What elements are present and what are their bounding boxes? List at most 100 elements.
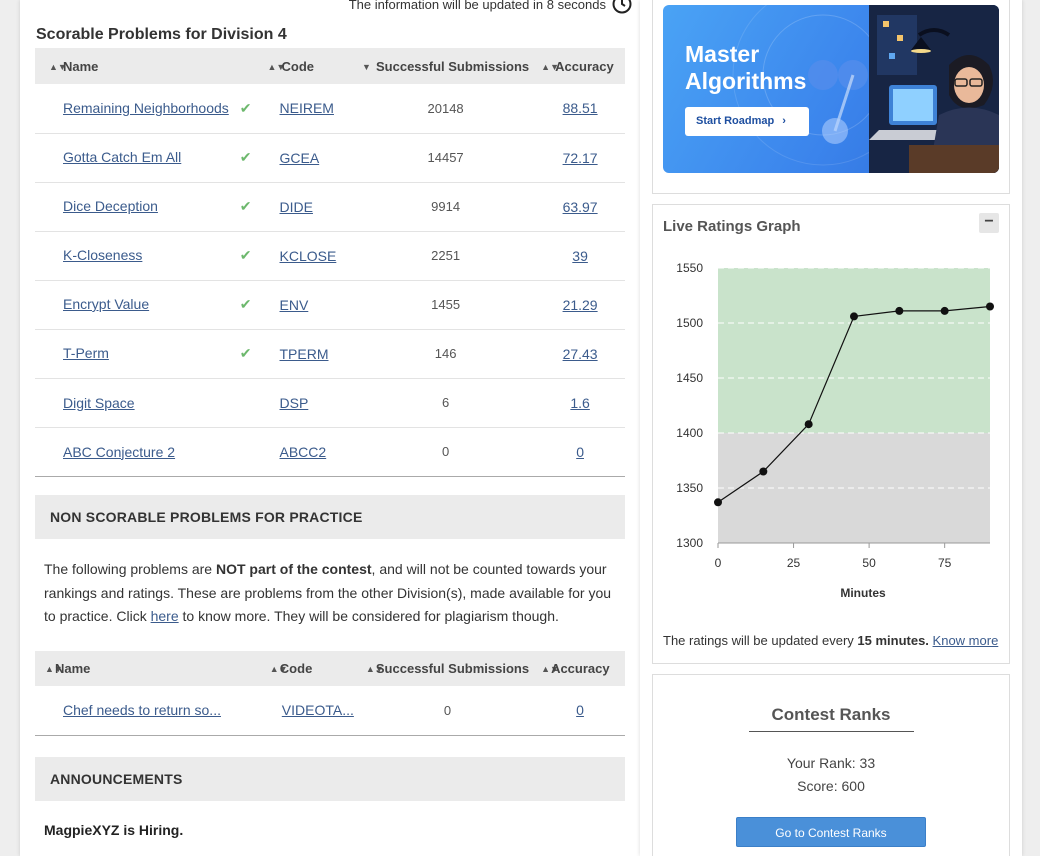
problem-code-link[interactable]: DSP	[280, 395, 309, 411]
check-icon: ✔	[239, 198, 252, 214]
table-row: Dice Deception ✔ DIDE 9914 63.97	[35, 182, 625, 231]
non-scorable-header: NON SCORABLE PROBLEMS FOR PRACTICE	[35, 495, 625, 539]
check-icon: ✔	[239, 345, 252, 361]
here-link[interactable]: here	[151, 608, 179, 624]
accuracy-cell: 1.6	[535, 378, 625, 427]
accuracy-link[interactable]: 0	[576, 702, 584, 718]
problem-name-cell: Gotta Catch Em All ✔	[35, 133, 262, 182]
problems-panel: The information will be updated in 8 sec…	[20, 0, 640, 856]
col-code-header[interactable]: ▲▼Code	[262, 48, 357, 84]
problem-code-cell: ENV	[262, 280, 357, 329]
problem-code-cell: NEIREM	[262, 84, 357, 133]
table-row: Remaining Neighborhoods ✔ NEIREM 20148 88.51	[35, 84, 625, 133]
rating-point[interactable]	[940, 306, 949, 315]
problem-code-cell: TPERM	[262, 329, 357, 378]
sort-icon: ▲▼	[541, 664, 559, 674]
problem-code-cell: KCLOSE	[262, 231, 357, 280]
scorable-table-header: ▲▼Name ▲▼Code ▼ Successful Submissions ▲▼…	[35, 48, 625, 84]
problem-link[interactable]: Chef needs to return so...	[63, 702, 221, 718]
update-note: The information will be updated in 8 sec…	[349, 0, 632, 14]
problem-link[interactable]: Dice Deception	[63, 198, 158, 214]
submissions-cell: 6	[441, 395, 450, 410]
col-acc-header[interactable]: ▲▼Accuracy	[535, 651, 625, 686]
problem-code-link[interactable]: GCEA	[280, 150, 320, 166]
accuracy-cell: 0	[535, 427, 625, 476]
accuracy-link[interactable]: 27.43	[563, 346, 598, 362]
title-underline	[749, 731, 914, 732]
accuracy-link[interactable]: 39	[572, 248, 588, 264]
accuracy-link[interactable]: 21.29	[563, 297, 598, 313]
table-row: Digit Space DSP 6 1.6	[35, 378, 625, 427]
update-note-text: The information will be updated in 8 sec…	[348, 0, 606, 12]
problem-link[interactable]: Encrypt Value	[63, 296, 149, 312]
start-roadmap-button[interactable]: Start Roadmap ›	[685, 107, 809, 136]
problem-link[interactable]: Gotta Catch Em All	[63, 149, 181, 165]
clock-icon	[612, 0, 632, 14]
x-tick-label: 75	[938, 556, 952, 570]
table-row: Gotta Catch Em All ✔ GCEA 14457 72.17	[35, 133, 625, 182]
col-name-header[interactable]: ▲▼Name	[35, 651, 264, 686]
col-subs-header[interactable]: ▲▼Successful Submissions	[360, 651, 535, 686]
problem-link[interactable]: Digit Space	[63, 395, 135, 411]
col-name-header[interactable]: ▲▼Name	[35, 48, 262, 84]
check-icon: ✔	[239, 247, 252, 263]
problem-name-cell: T-Perm ✔	[35, 329, 262, 378]
accuracy-link[interactable]: 0	[576, 444, 584, 460]
go-to-contest-ranks-button[interactable]: Go to Contest Ranks	[736, 817, 926, 847]
problem-code-link[interactable]: DIDE	[280, 199, 313, 215]
table-row: Chef needs to return so... VIDEOTA... 0 0	[35, 686, 625, 735]
promo-title: Master Algorithms	[685, 41, 807, 94]
graph-footnote: The ratings will be updated every 15 min…	[663, 633, 999, 648]
sort-down-icon: ▼	[362, 61, 371, 72]
x-axis-label: Minutes	[840, 586, 886, 600]
know-more-link[interactable]: Know more	[933, 633, 999, 648]
scorable-table: ▲▼Name ▲▼Code ▼ Successful Submissions ▲▼…	[35, 48, 625, 477]
col-code-header[interactable]: ▲▼Code	[264, 651, 360, 686]
problem-code-cell: DIDE	[262, 182, 357, 231]
live-ratings-card: Live Ratings Graph − 1300 1350 1400 1450 150…	[652, 204, 1010, 664]
accuracy-cell: 39	[535, 231, 625, 280]
problem-name-cell: Remaining Neighborhoods ✔	[35, 84, 262, 133]
promo-banner[interactable]: Master Algorithms Start Roadmap ›	[663, 5, 999, 173]
rating-point[interactable]	[804, 420, 813, 429]
problem-code-link[interactable]: NEIREM	[280, 100, 334, 116]
accuracy-link[interactable]: 63.97	[563, 199, 598, 215]
rating-point[interactable]	[986, 302, 994, 311]
problem-name-cell: Chef needs to return so...	[35, 686, 264, 735]
col-subs-header[interactable]: ▼ Successful Submissions	[356, 48, 535, 84]
non-scorable-table: ▲▼Name ▲▼Code ▲▼Successful Submissions ▲…	[35, 651, 625, 736]
rating-point[interactable]	[714, 498, 722, 507]
rating-point[interactable]	[850, 312, 858, 321]
rating-point[interactable]	[895, 306, 904, 315]
rating-band-1	[718, 268, 990, 433]
submissions-cell: 1455	[431, 297, 461, 312]
y-tick-label: 1350	[676, 481, 703, 495]
problem-code-link[interactable]: VIDEOTA...	[282, 702, 354, 718]
check-icon: ✔	[239, 99, 252, 116]
submissions-cell: 14457	[427, 150, 464, 165]
problem-code-link[interactable]: TPERM	[280, 346, 329, 362]
collapse-button[interactable]: −	[979, 213, 999, 233]
col-acc-header[interactable]: ▲▼Accuracy	[535, 48, 625, 84]
problem-code-link[interactable]: ENV	[280, 297, 309, 313]
ratings-chart: 1300 1350 1400 1450 1500 1550 0 25 50 75 Minutes	[676, 261, 994, 600]
non-scorable-table-header: ▲▼Name ▲▼Code ▲▼Successful Submissions ▲…	[35, 651, 625, 686]
sort-icon: ▲▼	[541, 61, 559, 72]
submissions-cell: 0	[441, 444, 450, 459]
problem-name-cell: K-Closeness ✔	[35, 231, 262, 280]
announcement-item[interactable]: MagpieXYZ is Hiring.	[44, 822, 183, 838]
accuracy-link[interactable]: 72.17	[563, 150, 598, 166]
accuracy-link[interactable]: 1.6	[570, 395, 589, 411]
problem-link[interactable]: Remaining Neighborhoods	[63, 100, 229, 116]
problem-code-cell: VIDEOTA...	[264, 686, 360, 735]
problem-link[interactable]: T-Perm	[63, 345, 109, 361]
y-tick-label: 1500	[676, 316, 703, 330]
problem-code-link[interactable]: ABCC2	[280, 444, 327, 460]
rating-point[interactable]	[759, 467, 768, 476]
problem-code-link[interactable]: KCLOSE	[280, 248, 337, 264]
accuracy-link[interactable]: 88.51	[563, 100, 598, 116]
announcements-header: ANNOUNCEMENTS	[35, 757, 625, 801]
problem-link[interactable]: K-Closeness	[63, 247, 142, 263]
problem-link[interactable]: ABC Conjecture 2	[63, 444, 175, 460]
coder-illustration	[869, 5, 999, 173]
